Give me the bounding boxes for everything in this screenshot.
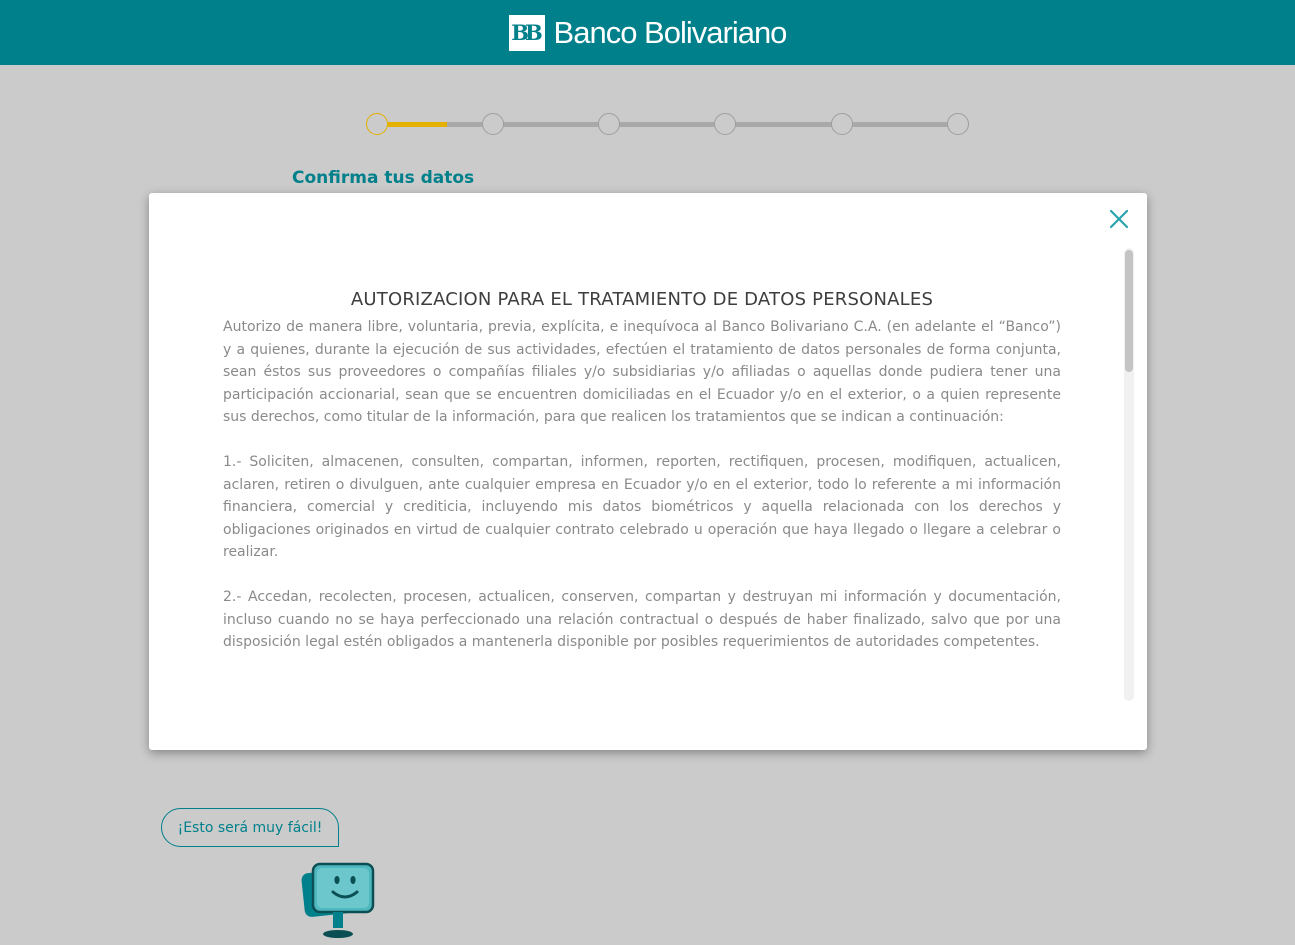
step-3-dot — [598, 113, 620, 135]
step-2-dot — [482, 113, 504, 135]
modal-paragraph: 2.- Accedan, recolecten, procesen, actua… — [223, 588, 1061, 651]
step-5-dot — [831, 113, 853, 135]
modal-title: AUTORIZACION PARA EL TRATAMIENTO DE DATO… — [350, 289, 934, 310]
stepper-track — [377, 122, 957, 127]
step-1-dot — [366, 113, 388, 135]
scrollbar-thumb[interactable] — [1125, 250, 1133, 372]
modal-paragraph: Autorizo de manera libre, voluntaria, pr… — [223, 319, 1061, 426]
brand-mark-icon: BB — [508, 14, 545, 51]
consent-modal: AUTORIZACION PARA EL TRATAMIENTO DE DATO… — [149, 193, 1147, 750]
step-6-dot — [947, 113, 969, 135]
close-icon — [1109, 209, 1129, 229]
modal-content[interactable]: AUTORIZACION PARA EL TRATAMIENTO DE DATO… — [223, 289, 1061, 709]
progress-stepper — [366, 112, 970, 136]
brand-name: Banco Bolivariano — [553, 14, 788, 50]
step-4-dot — [714, 113, 736, 135]
modal-scrollbar[interactable] — [1124, 248, 1134, 701]
top-header: BB Banco Bolivariano — [0, 0, 1295, 65]
modal-paragraph: 1.- Soliciten, almacenen, consulten, com… — [223, 453, 1061, 561]
section-title: Confirma tus datos — [292, 168, 475, 188]
close-button[interactable] — [1107, 207, 1131, 231]
helper-speech-bubble: ¡Esto será muy fácil! — [161, 808, 339, 847]
mascot-robot-icon — [297, 861, 381, 941]
brand-logo[interactable]: BB Banco Bolivariano — [508, 14, 788, 51]
